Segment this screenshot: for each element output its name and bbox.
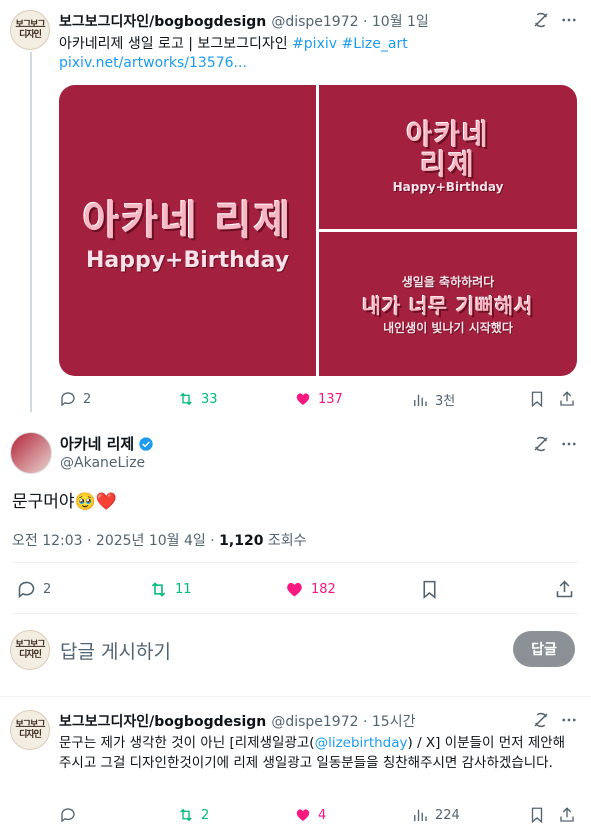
bookmark-icon[interactable] [528, 390, 546, 412]
reply-count: 2 [83, 391, 92, 407]
tr-sub-text: Happy+Birthday [392, 180, 504, 194]
br-line1: 생일을 축하하려다 [401, 274, 495, 289]
br-line3: 내인생이 빛나기 시작했다 [383, 320, 513, 335]
like-button[interactable]: 4 [294, 806, 326, 824]
more-icon[interactable] [560, 11, 578, 33]
reply-icon [61, 392, 75, 407]
views-label: 조회수 [263, 533, 307, 549]
views-icon [414, 809, 427, 821]
views-icon [414, 394, 427, 406]
media-image-top-right[interactable]: 아카네 리제 Happy+Birthday [319, 85, 577, 229]
avatar-text-2: 디자인 [19, 30, 42, 40]
like-count: 4 [318, 807, 327, 823]
divider [12, 562, 579, 563]
grok-icon[interactable] [532, 711, 550, 733]
avatar-akane[interactable] [10, 432, 52, 474]
heart-icon [296, 809, 310, 821]
avatar-text-2: 디자인 [19, 730, 42, 740]
br-line2: 내가 너무 기뻐해서 [362, 293, 534, 318]
tr-logo-line2: 리제 [420, 148, 476, 181]
retweet-count: 33 [201, 391, 218, 407]
tr-logo-line1: 아카네 [406, 118, 490, 151]
reply-icon [61, 808, 75, 823]
tweet2-text: 문구머야🥹❤️ [12, 492, 117, 512]
like-count: 137 [318, 391, 343, 407]
mention-link[interactable]: @lizebirthday [315, 735, 408, 751]
retweet-button[interactable]: 11 [148, 579, 192, 600]
views-button[interactable]: 224 [411, 806, 460, 824]
more-icon[interactable] [560, 711, 578, 733]
tweet3-header: 보그보그디자인/bogbogdesign @dispe1972 · 15시간 [59, 711, 415, 731]
like-button[interactable]: 137 [294, 390, 343, 408]
divider [12, 613, 579, 614]
reply-button[interactable]: 2 [59, 390, 91, 408]
tweet1-header: 보그보그디자인/bogbogdesign @dispe1972 · 10월 1일 [59, 11, 429, 31]
tweet-link[interactable]: pixiv.net/artworks/13576... [59, 55, 247, 71]
retweet-count: 2 [201, 807, 210, 823]
views-count: 224 [435, 807, 460, 823]
share-icon[interactable] [558, 390, 576, 412]
share-icon[interactable] [558, 806, 576, 828]
retweet-icon [151, 582, 166, 597]
main-sub-text: Happy+Birthday [85, 248, 290, 273]
bookmark-icon[interactable] [419, 579, 440, 604]
more-icon[interactable] [560, 435, 578, 457]
media-image-main[interactable]: 아카네 리제 Happy+Birthday [59, 85, 316, 376]
handle[interactable]: @AkaneLize [60, 455, 145, 471]
tweet-text: 아카네리제 생일 로고 | 보그보그디자인 [59, 36, 288, 52]
views-number: 1,120 [219, 533, 264, 549]
media-image-bottom-right[interactable]: 생일을 축하하려다 내가 너무 기뻐해서 내인생이 빛나기 시작했다 [319, 232, 577, 376]
retweet-icon [180, 808, 192, 822]
tweet2-meta: 오전 12:03 · 2025년 10월 4일 · 1,120 조회수 [12, 530, 307, 550]
retweet-count: 11 [175, 582, 192, 597]
thread-line [30, 52, 32, 412]
reply-icon [18, 581, 35, 599]
media-grid[interactable]: 아카네 리제 Happy+Birthday 아카네 리제 Happy+Birth… [59, 85, 577, 376]
avatar-text-1: 보그보그 [15, 720, 45, 730]
grok-icon[interactable] [532, 11, 550, 33]
avatar-text-1: 보그보그 [15, 20, 45, 30]
reply-input[interactable]: 답글 게시하기 [60, 637, 171, 664]
avatar-text-2: 디자인 [19, 650, 42, 660]
display-name[interactable]: 보그보그디자인/bogbogdesign [59, 714, 266, 730]
hashtags[interactable]: #pixiv #Lize_art [292, 36, 408, 52]
display-name[interactable]: 아카네 리제 [60, 433, 134, 454]
tweet3-text: 문구는 제가 생각한 것이 아닌 [리제생일광고(@lizebirthday) … [59, 733, 575, 773]
handle-date[interactable]: @dispe1972 · 15시간 [271, 714, 415, 730]
display-name[interactable]: 보그보그디자인/bogbogdesign [59, 14, 266, 30]
views-button[interactable]: 3천 [411, 390, 455, 409]
grok-icon[interactable] [532, 435, 550, 457]
timestamp[interactable]: 오전 12:03 · 2025년 10월 4일 · [12, 533, 219, 549]
retweet-button[interactable]: 33 [177, 390, 218, 408]
reply-button[interactable]: 2 [16, 579, 51, 600]
compose-avatar: 보그보그 디자인 [10, 630, 50, 670]
avatar[interactable]: 보그보그 디자인 [10, 710, 50, 750]
heart-icon [296, 393, 310, 405]
main-logo-text: 아카네 리제 [82, 198, 293, 244]
tweet2-name-row: 아카네 리제 [60, 433, 154, 454]
reply-count: 2 [43, 582, 52, 597]
like-button[interactable]: 182 [284, 579, 336, 600]
text-before: 문구는 제가 생각한 것이 아닌 [리제생일광고( [59, 735, 315, 751]
tweet1-text: 아카네리제 생일 로고 | 보그보그디자인 #pixiv #Lize_art [59, 33, 408, 53]
retweet-icon [180, 392, 192, 406]
verified-icon [139, 436, 153, 451]
avatar[interactable]: 보그보그 디자인 [10, 10, 50, 50]
divider [0, 696, 591, 697]
like-count: 182 [311, 582, 336, 597]
retweet-button[interactable]: 2 [177, 806, 209, 824]
heart-icon [287, 582, 302, 597]
handle-date[interactable]: @dispe1972 · 10월 1일 [271, 14, 428, 30]
reply-submit-button[interactable]: 답글 [513, 631, 575, 667]
views-count: 3천 [435, 394, 456, 409]
bookmark-icon[interactable] [528, 806, 546, 828]
reply-button[interactable] [59, 806, 83, 824]
avatar-text-1: 보그보그 [15, 640, 45, 650]
share-icon[interactable] [554, 579, 575, 604]
